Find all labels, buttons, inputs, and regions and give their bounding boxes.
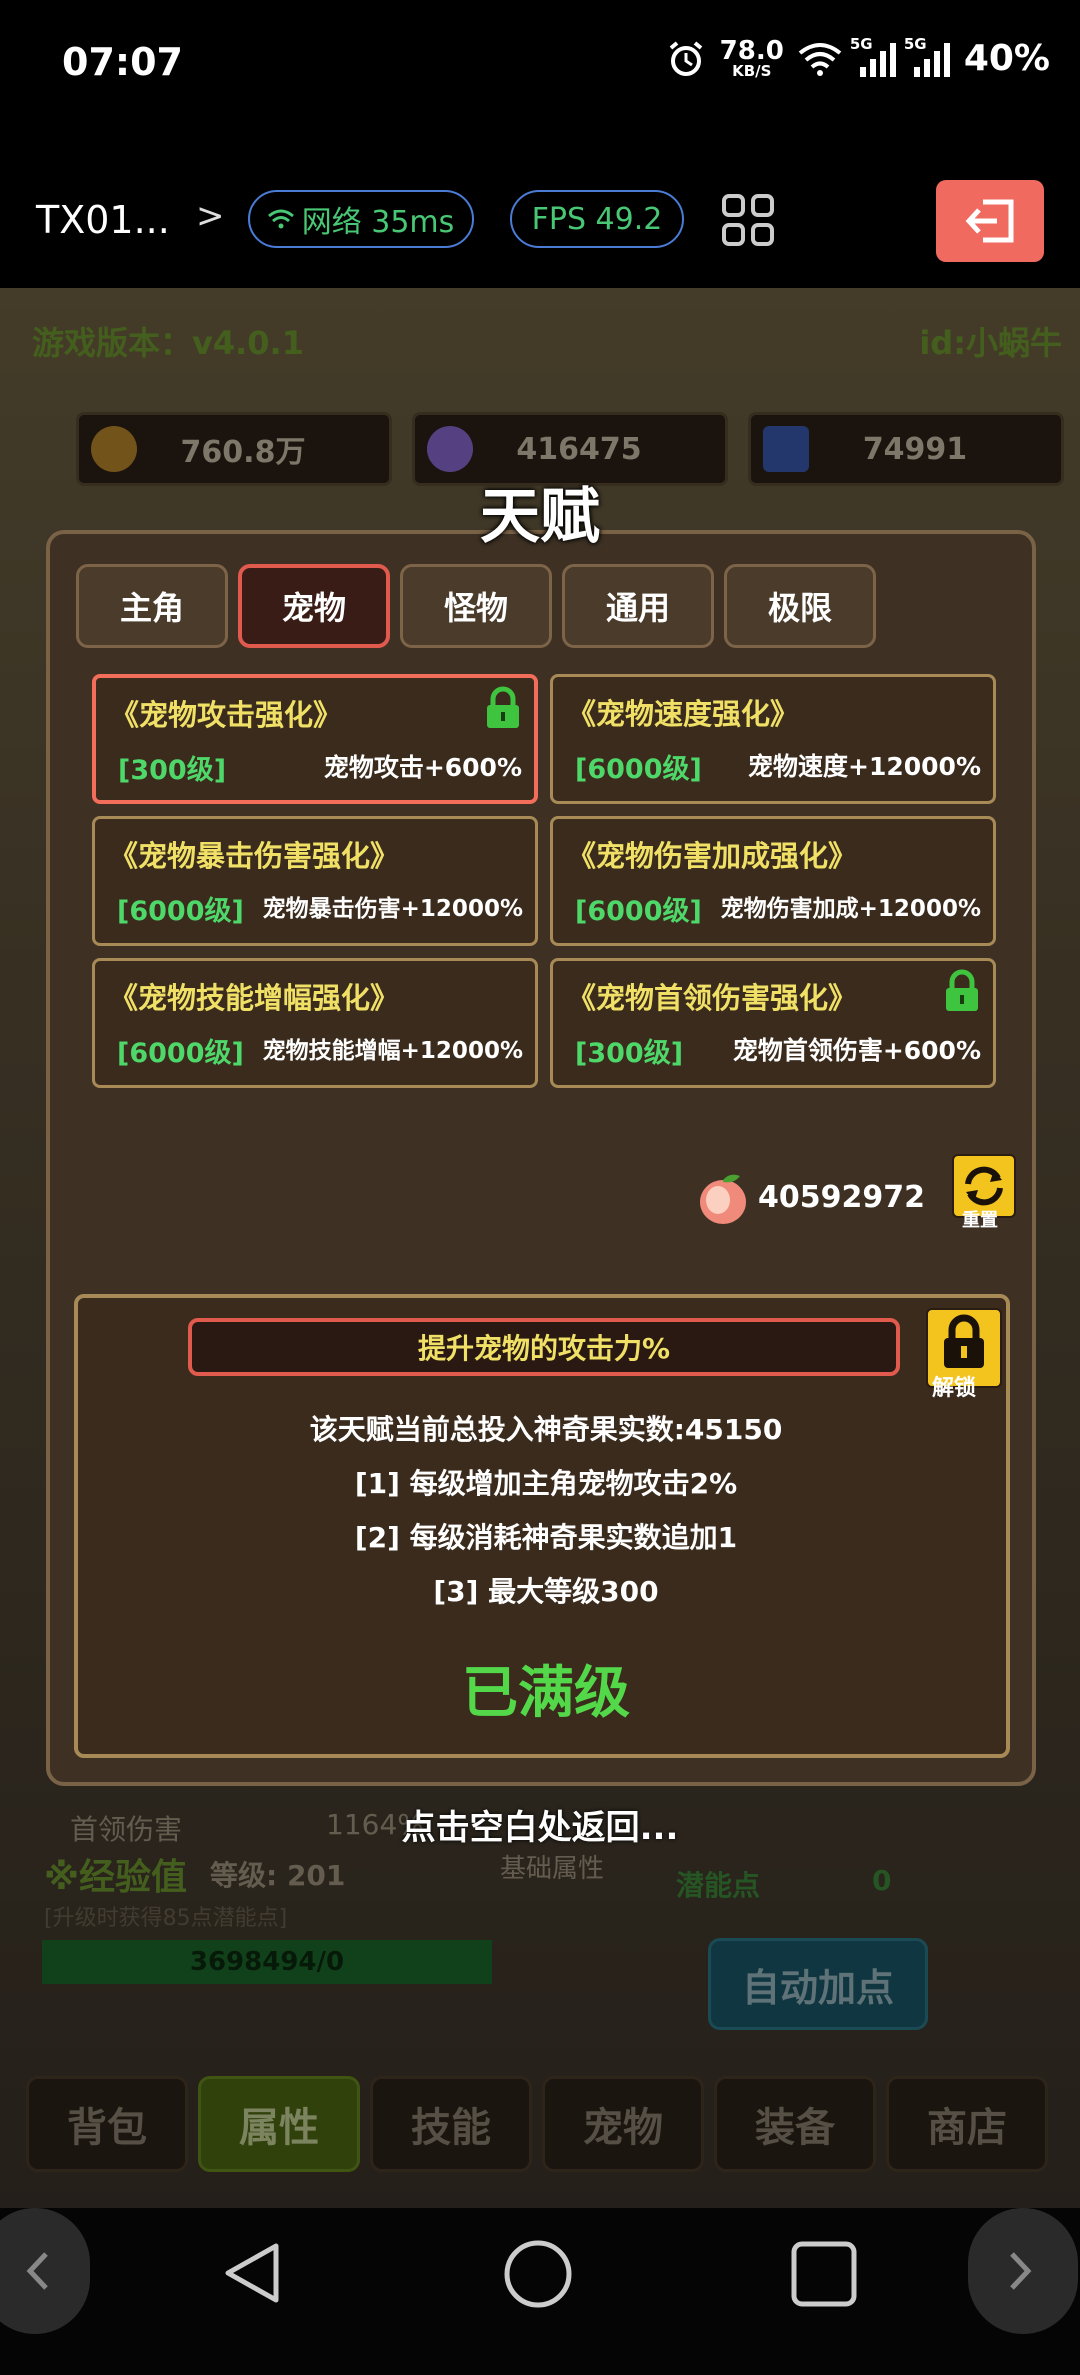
chevron-right-icon[interactable]: > [196, 196, 225, 236]
fps-pill[interactable]: FPS 49.2 [510, 190, 684, 248]
stream-forward-button[interactable] [968, 2208, 1078, 2334]
recents-square-icon[interactable] [790, 2240, 858, 2308]
stream-back-button[interactable] [0, 2208, 90, 2334]
talent-card[interactable]: 《宠物速度强化》 [6000级] 宠物速度+12000% [550, 674, 996, 804]
talent-level: [300级] [575, 1038, 684, 1069]
talent-tabs: 主角 宠物 怪物 通用 极限 [76, 564, 876, 648]
lock-icon [944, 1314, 984, 1368]
talent-name: 《宠物攻击强化》 [110, 698, 343, 732]
chevron-left-icon [26, 2252, 48, 2290]
tab-general[interactable]: 通用 [562, 564, 714, 648]
network-latency-pill[interactable]: 网络 35ms [248, 190, 474, 248]
signal-tag: 5G [849, 34, 873, 53]
status-icons: 78.0 KB/S 5G 5G 40% [666, 35, 1050, 79]
talent-effect: 宠物技能增幅+12000% [262, 1038, 523, 1064]
talent-card[interactable]: 《宠物暴击伤害强化》 [6000级] 宠物暴击伤害+12000% [92, 816, 538, 946]
reset-label: 重置 [962, 1210, 998, 1231]
stream-toolbar: TX01... > 网络 35ms FPS 49.2 [0, 130, 1080, 288]
talent-effect: 宠物速度+12000% [748, 752, 981, 781]
talent-card[interactable]: 《宠物攻击强化》 [300级] 宠物攻击+600% [92, 674, 538, 804]
talent-name: 《宠物速度强化》 [567, 697, 800, 731]
fps-label: FPS 49.2 [531, 201, 663, 237]
network-latency-label: 网络 35ms [301, 205, 455, 240]
net-speed: 78.0 KB/S [720, 38, 784, 79]
signal-icon: 5G [850, 35, 896, 77]
talent-name: 《宠物伤害加成强化》 [567, 839, 858, 873]
battery-level: 40% [963, 38, 1050, 79]
invested-text: 该天赋当前总投入神奇果实数:45150 [309, 1413, 783, 1446]
exit-button[interactable] [936, 180, 1044, 262]
signal-tag: 5G [903, 34, 927, 53]
talent-effect: 宠物伤害加成+12000% [720, 896, 981, 922]
talent-detail: 提升宠物的攻击力% 解锁 该天赋当前总投入神奇果实数:45150 [1] 每级增… [74, 1294, 1010, 1758]
fruit-counter: 40592972 [656, 1170, 976, 1230]
talent-effect: 宠物攻击+600% [323, 753, 522, 782]
tab-pet[interactable]: 宠物 [238, 564, 390, 648]
talent-name: 《宠物首领伤害强化》 [567, 981, 858, 1015]
tab-limit[interactable]: 极限 [724, 564, 876, 648]
grid-menu-icon[interactable] [722, 194, 774, 246]
fruit-count: 40592972 [758, 1180, 925, 1215]
max-level-status: 已满级 [462, 1661, 630, 1726]
rule-2: [2] 每级消耗神奇果实数追加1 [354, 1521, 738, 1554]
tap-to-return-hint: 点击空白处返回... [401, 1808, 679, 1848]
status-bar: 07:07 78.0 KB/S 5G 5G 40% [0, 0, 1080, 130]
home-circle-icon[interactable] [502, 2238, 574, 2310]
talent-level: [6000级] [117, 896, 244, 927]
system-nav-bar [0, 2208, 1080, 2375]
talent-effect: 宠物暴击伤害+12000% [262, 896, 523, 922]
talent-card[interactable]: 《宠物技能增幅强化》 [6000级] 宠物技能增幅+12000% [92, 958, 538, 1088]
exit-icon [965, 199, 1014, 243]
talent-level: [6000级] [575, 896, 702, 927]
lock-icon [487, 686, 519, 728]
chevron-right-icon [1010, 2252, 1032, 2290]
talent-effect: 宠物首领伤害+600% [732, 1036, 981, 1065]
panel-title: 天赋 [480, 482, 600, 552]
talent-panel: 主角 宠物 怪物 通用 极限 《宠物攻击强化》 [300级] 宠物攻击+600%… [46, 530, 1036, 1786]
net-speed-value: 78.0 [719, 36, 784, 66]
talent-description: 提升宠物的攻击力% [188, 1318, 900, 1376]
talent-card[interactable]: 《宠物伤害加成强化》 [6000级] 宠物伤害加成+12000% [550, 816, 996, 946]
net-speed-unit: KB/S [732, 62, 772, 80]
back-triangle-icon[interactable] [218, 2238, 288, 2308]
talent-card[interactable]: 《宠物首领伤害强化》 [300级] 宠物首领伤害+600% [550, 958, 996, 1088]
talent-level: [6000级] [117, 1038, 244, 1069]
wifi-icon [267, 209, 294, 229]
talent-name: 《宠物暴击伤害强化》 [109, 839, 400, 873]
wifi-icon [798, 42, 842, 76]
talent-name: 《宠物技能增幅强化》 [109, 981, 400, 1015]
tab-hero[interactable]: 主角 [76, 564, 228, 648]
rule-1: [1] 每级增加主角宠物攻击2% [354, 1467, 738, 1500]
clock: 07:07 [62, 40, 183, 84]
device-title[interactable]: TX01... [36, 198, 170, 242]
lock-icon [946, 969, 978, 1011]
game-view[interactable]: 游戏版本：v4.0.1 id:小蜗牛 760.8万 416475 74991 首… [0, 288, 1080, 2208]
unlock-label: 解锁 [932, 1376, 977, 1401]
alarm-icon [669, 40, 702, 76]
talent-level: [300级] [118, 755, 227, 786]
peach-fruit-icon [700, 1174, 746, 1224]
rule-3: [3] 最大等级300 [433, 1575, 659, 1608]
tab-monster[interactable]: 怪物 [400, 564, 552, 648]
signal-icon: 5G [904, 35, 950, 77]
talent-level: [6000级] [575, 754, 702, 785]
